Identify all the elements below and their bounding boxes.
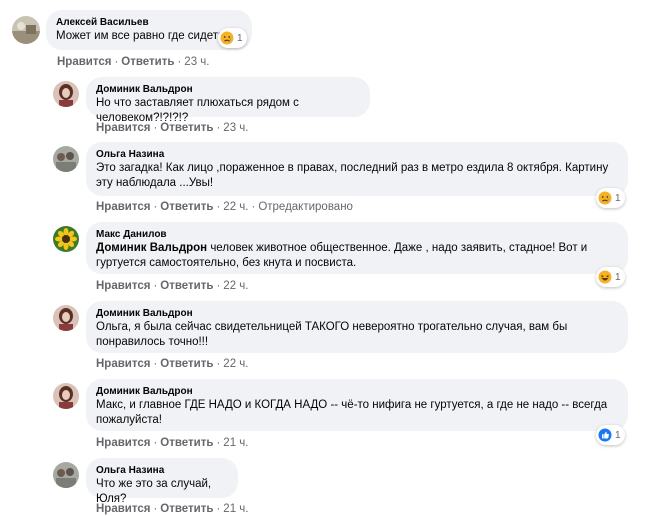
comment-time[interactable]: 22 ч. bbox=[223, 201, 248, 213]
reply-button[interactable]: Ответить bbox=[160, 437, 213, 449]
comment-bubble: Доминик Вальдрон Ольга, я была сейчас св… bbox=[86, 301, 628, 353]
like-button[interactable]: Нравится bbox=[96, 122, 150, 134]
like-button[interactable]: Нравится bbox=[96, 437, 150, 449]
reaction-badge[interactable]: 1 bbox=[218, 28, 247, 48]
avatar[interactable] bbox=[53, 226, 79, 252]
separator: · bbox=[216, 358, 221, 370]
comment-author[interactable]: Доминик Вальдрон bbox=[96, 83, 360, 96]
edited-label[interactable]: Отредактировано bbox=[258, 201, 353, 213]
like-button[interactable]: Нравится bbox=[96, 280, 150, 292]
sad-emoji-icon bbox=[220, 31, 234, 45]
comment-author[interactable]: Ольга Назина bbox=[96, 464, 228, 477]
comment-text: Может им все равно где сидеть. bbox=[56, 30, 228, 42]
reaction-badge[interactable]: 1 bbox=[596, 188, 625, 208]
reply-button[interactable]: Ответить bbox=[160, 122, 213, 134]
person-avatar-image bbox=[53, 383, 79, 409]
separator: · bbox=[153, 503, 158, 515]
reaction-count: 1 bbox=[615, 192, 621, 204]
separator: · bbox=[216, 201, 221, 213]
reply-button[interactable]: Ответить bbox=[121, 56, 174, 68]
reaction-count: 1 bbox=[615, 271, 621, 283]
separator: · bbox=[153, 201, 158, 213]
avatar[interactable] bbox=[53, 146, 79, 172]
comment-author[interactable]: Доминик Вальдрон bbox=[96, 385, 618, 398]
comment-text: Ольга, я была сейчас свидетельницей ТАКО… bbox=[96, 321, 568, 348]
flower-avatar-image bbox=[53, 226, 79, 252]
like-button[interactable]: Нравится bbox=[96, 358, 150, 370]
comment-text: Это загадка! Как лицо ,пораженное в прав… bbox=[96, 162, 609, 189]
reply-button[interactable]: Ответить bbox=[160, 358, 213, 370]
comment-bubble: Доминик Вальдрон Макс, и главное ГДЕ НАД… bbox=[86, 379, 628, 431]
comment-actions: Нравится · Ответить · 23 ч. bbox=[57, 55, 209, 70]
comment-time[interactable]: 22 ч. bbox=[223, 358, 248, 370]
comment-text: Макс, и главное ГДЕ НАДО и КОГДА НАДО --… bbox=[96, 399, 608, 426]
comment-author[interactable]: Ольга Назина bbox=[96, 148, 618, 161]
like-icon bbox=[598, 428, 612, 442]
comment-bubble: Доминик Вальдрон Но что заставляет плюха… bbox=[86, 77, 370, 124]
comment-author[interactable]: Алексей Васильев bbox=[56, 16, 242, 29]
separator: · bbox=[216, 503, 221, 515]
comment-actions: Нравится · Ответить · 21 ч. bbox=[96, 436, 248, 451]
like-button[interactable]: Нравится bbox=[96, 503, 150, 515]
avatar[interactable] bbox=[53, 462, 79, 488]
like-button[interactable]: Нравится bbox=[96, 201, 150, 213]
comment-actions: Нравится · Ответить · 21 ч. bbox=[96, 502, 248, 516]
reaction-count: 1 bbox=[615, 429, 621, 441]
person-avatar-image bbox=[53, 81, 79, 107]
group-photo-avatar-image bbox=[53, 462, 79, 488]
reaction-badge[interactable]: 1 bbox=[596, 267, 625, 287]
comment-actions: Нравится · Ответить · 22 ч. bbox=[96, 279, 248, 294]
comment-actions: Нравится · Ответить · 22 ч. · Отредактировано bbox=[96, 200, 353, 215]
reply-button[interactable]: Ответить bbox=[160, 201, 213, 213]
comment-bubble: Ольга Назина Это загадка! Как лицо ,пора… bbox=[86, 142, 628, 196]
avatar[interactable] bbox=[53, 383, 79, 409]
reaction-count: 1 bbox=[237, 32, 243, 44]
comment-actions: Нравится · Ответить · 22 ч. bbox=[96, 357, 248, 372]
avatar[interactable] bbox=[53, 81, 79, 107]
separator: · bbox=[251, 201, 256, 213]
separator: · bbox=[177, 56, 182, 68]
like-button[interactable]: Нравится bbox=[57, 56, 111, 68]
reaction-badge[interactable]: 1 bbox=[596, 425, 625, 445]
separator: · bbox=[153, 122, 158, 134]
group-photo-avatar-image bbox=[53, 146, 79, 172]
separator: · bbox=[114, 56, 119, 68]
laughing-emoji-icon bbox=[598, 270, 612, 284]
separator: · bbox=[153, 358, 158, 370]
separator: · bbox=[153, 437, 158, 449]
comment-time[interactable]: 23 ч. bbox=[223, 122, 248, 134]
separator: · bbox=[153, 280, 158, 292]
separator: · bbox=[216, 122, 221, 134]
comment-time[interactable]: 22 ч. bbox=[223, 280, 248, 292]
separator: · bbox=[216, 437, 221, 449]
reply-button[interactable]: Ответить bbox=[160, 280, 213, 292]
comment-time[interactable]: 21 ч. bbox=[223, 437, 248, 449]
comment-time[interactable]: 23 ч. bbox=[184, 56, 209, 68]
comment-text: Доминик Вальдрон человек животное общест… bbox=[96, 241, 618, 271]
separator: · bbox=[216, 280, 221, 292]
avatar[interactable] bbox=[53, 305, 79, 331]
landscape-avatar-image bbox=[12, 16, 40, 44]
comment-actions: Нравится · Ответить · 23 ч. bbox=[96, 121, 248, 136]
person-avatar-image bbox=[53, 305, 79, 331]
avatar[interactable] bbox=[12, 16, 40, 44]
comment-bubble: Макс Данилов Доминик Вальдрон человек жи… bbox=[86, 222, 628, 274]
reply-button[interactable]: Ответить bbox=[160, 503, 213, 515]
comment-author[interactable]: Доминик Вальдрон bbox=[96, 307, 618, 320]
mention-link[interactable]: Доминик Вальдрон bbox=[96, 242, 207, 254]
comment-bubble: Ольга Назина Что же это за случай, Юля? bbox=[86, 458, 238, 505]
sad-emoji-icon bbox=[598, 191, 612, 205]
comment-time[interactable]: 21 ч. bbox=[223, 503, 248, 515]
comment-author[interactable]: Макс Данилов bbox=[96, 228, 618, 241]
